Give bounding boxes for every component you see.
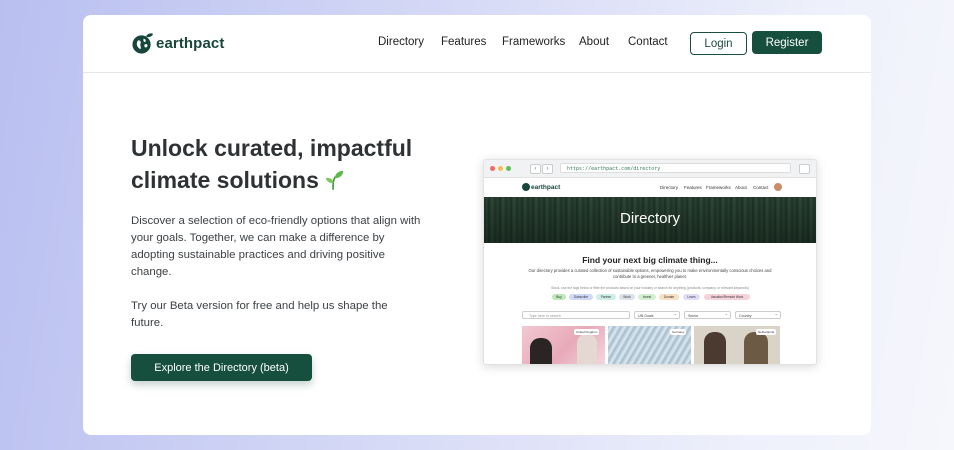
close-dot-icon: [490, 166, 495, 171]
preview-url: https://earthpact.com/directory: [560, 163, 791, 173]
preview-card-image: Germany: [608, 326, 691, 364]
preview-subtext: Our directory provides a curated collect…: [528, 268, 772, 279]
preview-card-tag: Germany: [670, 329, 687, 335]
hero-beta-note: Try our Beta version for free and help u…: [131, 300, 388, 329]
browser-menu-icon: [799, 164, 810, 174]
login-button[interactable]: Login: [690, 32, 747, 55]
preview-chip: Vacation/Remote Work: [704, 294, 750, 300]
explore-directory-button[interactable]: Explore the Directory (beta): [131, 354, 312, 381]
brand-name: earthpact: [156, 34, 225, 52]
preview-chip: Subscribe: [569, 294, 593, 300]
person-figure: [530, 338, 552, 364]
register-button[interactable]: Register: [752, 31, 822, 54]
browser-chrome: ‹ › https://earthpact.com/directory: [484, 160, 816, 178]
preview-card-tag: United Kingdom: [574, 329, 600, 335]
preview-banner-title: Directory: [619, 210, 680, 227]
preview-nav-link: About: [735, 185, 747, 190]
person-figure: [704, 332, 726, 364]
earth-leaf-icon: [132, 32, 154, 54]
nav-link-directory[interactable]: Directory: [378, 36, 424, 48]
forward-arrow-icon: ›: [542, 164, 553, 174]
person-figure: [577, 334, 597, 364]
preview-chip: Donate: [659, 294, 679, 300]
preview-card-tag: Netherlands: [756, 329, 777, 335]
directory-preview-image: ‹ › https://earthpact.com/directory eart…: [483, 159, 817, 365]
hero-heading: Unlock curated, impactful climate soluti…: [131, 132, 431, 196]
preview-card-image: United Kingdom: [522, 326, 605, 364]
back-arrow-icon: ‹: [530, 164, 541, 174]
nav-link-about[interactable]: About: [579, 36, 609, 48]
preview-chip: Learn: [683, 294, 700, 300]
preview-logo: earthpact: [522, 183, 560, 191]
preview-heading: Find your next big climate thing...: [582, 255, 718, 265]
preview-chip: Work: [619, 294, 635, 300]
preview-nav-link: Features: [684, 185, 702, 190]
preview-filter-select: UN Goals: [634, 310, 680, 319]
minimize-dot-icon: [498, 166, 503, 171]
nav-link-features[interactable]: Features: [441, 36, 486, 48]
nav-link-frameworks[interactable]: Frameworks: [502, 36, 565, 48]
maximize-dot-icon: [506, 166, 511, 171]
hero-title-text: Unlock curated, impactful climate soluti…: [131, 135, 413, 193]
preview-filter-select: Sector: [684, 310, 731, 319]
preview-nav-link: Frameworks: [706, 185, 731, 190]
preview-hint: Stuck, use the tags below or filter the …: [551, 286, 749, 290]
sprout-icon: [325, 170, 344, 190]
preview-earth-icon: [522, 183, 530, 191]
preview-chip: Partner: [596, 294, 616, 300]
person-figure: [744, 332, 768, 364]
preview-forest-banner: Directory: [484, 197, 816, 243]
preview-card-image: Netherlands: [694, 326, 780, 364]
preview-chip: Buy: [552, 294, 566, 300]
brand-logo[interactable]: earthpact: [131, 31, 224, 55]
preview-navbar: earthpact Directory Features Frameworks …: [484, 178, 816, 197]
nav-link-contact[interactable]: Contact: [628, 36, 668, 48]
top-navbar: earthpact Directory Features Frameworks …: [83, 15, 871, 73]
preview-filter-select: Country: [735, 310, 781, 319]
preview-nav-link: Contact: [753, 185, 769, 190]
preview-nav-link: Directory: [660, 185, 679, 190]
preview-avatar: [774, 183, 782, 191]
hero-description: Discover a selection of eco-friendly opt…: [131, 215, 421, 278]
preview-brand-name: earthpact: [531, 183, 561, 191]
landing-card: earthpact Directory Features Frameworks …: [83, 15, 871, 435]
preview-chip: Invest: [638, 294, 656, 300]
preview-search-input: Type here to search: [522, 311, 630, 319]
